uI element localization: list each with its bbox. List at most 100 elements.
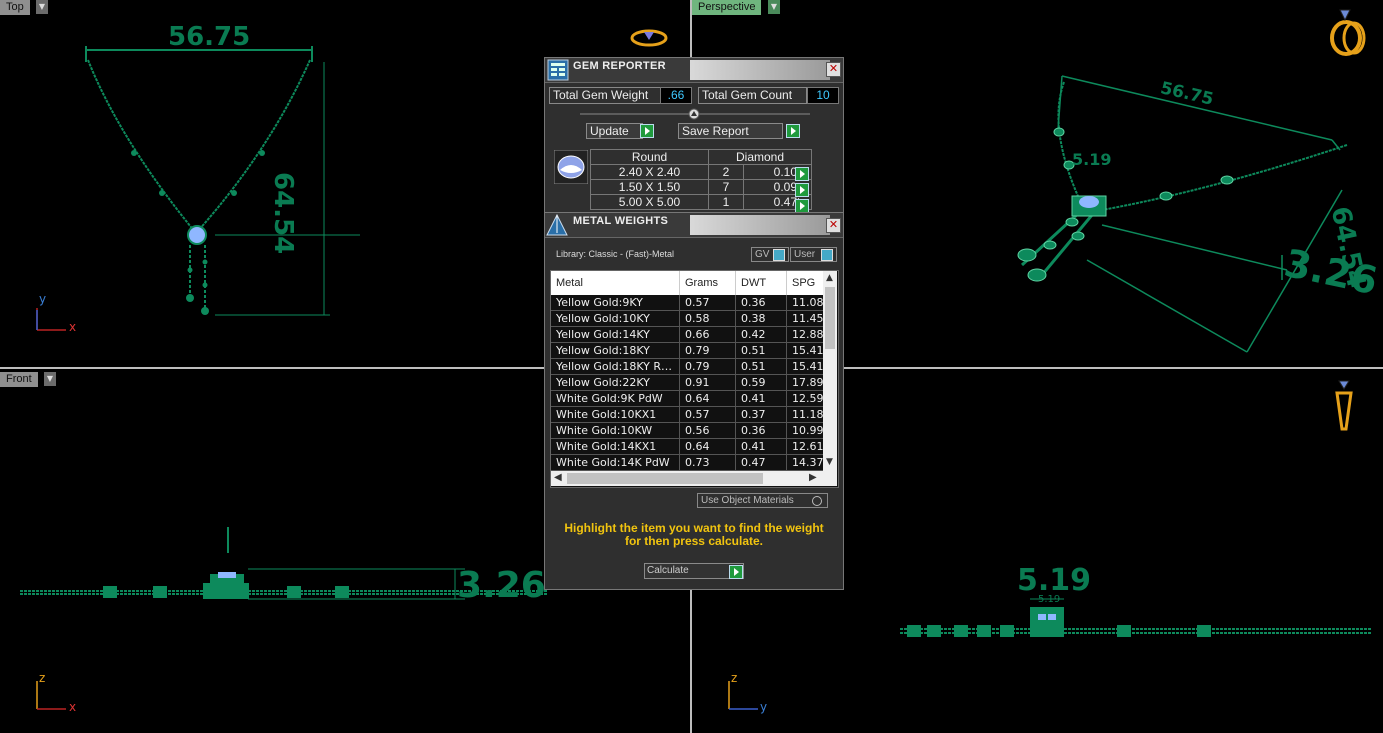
axis-x-label: x (69, 320, 77, 334)
metal-row[interactable]: White Gold:9K PdW 0.64 0.41 12.59 (551, 391, 829, 407)
gv-toggle-label: GV (755, 249, 770, 260)
scroll-right-icon[interactable]: ▶ (809, 472, 817, 483)
user-toggle[interactable]: User (790, 247, 837, 262)
metal-row[interactable]: Yellow Gold:10KY 0.58 0.38 11.45 (551, 311, 829, 327)
metal-row[interactable]: Yellow Gold:14KY 0.66 0.42 12.88 (551, 327, 829, 343)
collapse-divider[interactable] (580, 108, 810, 120)
vertical-scrollbar[interactable]: ▲ ▼ (823, 271, 837, 471)
gem-row-play-icon[interactable] (795, 199, 809, 213)
metal-cell-dwt: 0.47 (736, 455, 787, 471)
use-object-materials-toggle[interactable]: Use Object Materials (697, 493, 828, 508)
metal-cell-grams: 0.66 (680, 327, 736, 343)
gem-row-play-icon[interactable] (795, 167, 809, 181)
pendant-icon (1335, 380, 1353, 431)
gem-table: Round Diamond 2.40 X 2.40 2 0.10tw 1.50 … (590, 149, 812, 210)
side-gem-dimension: 5.19 (1017, 563, 1092, 598)
gem-size: 5.00 X 5.00 (590, 194, 709, 210)
metal-row[interactable]: Yellow Gold:18KY 0.79 0.51 15.41 (551, 343, 829, 359)
gv-toggle-knob (773, 249, 785, 261)
update-play-icon[interactable] (640, 124, 654, 138)
save-report-button[interactable]: Save Report (678, 123, 783, 139)
gem-count: 1 (708, 194, 744, 210)
metal-cell-metal: White Gold:9K PdW (551, 391, 680, 407)
metal-row[interactable]: White Gold:10KX1 0.57 0.37 11.18 (551, 407, 829, 423)
ring-icon (1330, 9, 1366, 56)
metal-cell-grams: 0.57 (680, 407, 736, 423)
metal-weights-titlebar[interactable]: METAL WEIGHTS ✕ (545, 213, 843, 238)
titlebar-gradient (690, 60, 830, 80)
gem-table-header-material: Diamond (708, 149, 812, 165)
metal-weights-close-button[interactable]: ✕ (826, 218, 841, 233)
update-button[interactable]: Update (586, 123, 643, 139)
metal-cell-grams: 0.73 (680, 455, 736, 471)
persp-dim-gem: 5.19 (1072, 150, 1112, 169)
metal-cell-metal: Yellow Gold:10KY (551, 311, 680, 327)
metal-row[interactable]: Yellow Gold:22KY 0.91 0.59 17.89 (551, 375, 829, 391)
col-grams[interactable]: Grams (680, 271, 736, 295)
axis-z-label-side: z (731, 671, 738, 685)
metal-row[interactable]: White Gold:14KX1 0.64 0.41 12.61 (551, 439, 829, 455)
metal-cell-metal: Yellow Gold:14KY (551, 327, 680, 343)
metal-cell-metal: Yellow Gold:18KY R… (551, 359, 680, 375)
metal-cell-metal: White Gold:10KW (551, 423, 680, 439)
metal-cell-metal: Yellow Gold:18KY (551, 343, 680, 359)
top-height-dimension: 64.54 (268, 172, 298, 255)
side-gem-dimension-small: 5.19 (1038, 594, 1061, 605)
gem-reporter-close-button[interactable]: ✕ (826, 62, 841, 77)
metal-cell-dwt: 0.36 (736, 295, 787, 311)
instruction-text: Highlight the item you want to find the … (564, 521, 824, 548)
save-report-play-icon[interactable] (786, 124, 800, 138)
metal-cell-metal: White Gold:10KX1 (551, 407, 680, 423)
horizontal-scrollbar[interactable]: ◀ ▶ (551, 471, 837, 486)
scroll-thumb[interactable] (825, 287, 835, 349)
user-toggle-label: User (794, 249, 816, 260)
front-depth-dimension: 3.26 (457, 565, 546, 606)
metal-cell-grams: 0.64 (680, 439, 736, 455)
metal-cell-dwt: 0.51 (736, 343, 787, 359)
top-width-dimension: 56.75 (168, 22, 251, 52)
metal-row[interactable]: White Gold:10KW 0.56 0.36 10.99 (551, 423, 829, 439)
metal-cell-grams: 0.58 (680, 311, 736, 327)
gem-reporter-panel: GEM REPORTER ✕ Total Gem Weight .66 Tota… (544, 57, 844, 215)
metal-row[interactable]: Yellow Gold:9KY 0.57 0.36 11.08 (551, 295, 829, 311)
scroll-left-icon[interactable]: ◀ (554, 472, 562, 483)
metal-row[interactable]: White Gold:14K PdW 0.73 0.47 14.37 (551, 455, 829, 471)
user-toggle-knob (821, 249, 833, 261)
gv-toggle[interactable]: GV (751, 247, 789, 262)
metal-cell-dwt: 0.59 (736, 375, 787, 391)
gem-row-play-icon[interactable] (795, 183, 809, 197)
gem-reporter-title: GEM REPORTER (573, 60, 666, 72)
metal-row[interactable]: Yellow Gold:18KY R… 0.79 0.51 15.41 (551, 359, 829, 375)
scroll-thumb-h[interactable] (567, 473, 763, 484)
gem-row[interactable]: 2.40 X 2.40 2 0.10tw (590, 164, 812, 180)
total-gem-weight-label: Total Gem Weight (549, 87, 661, 104)
col-dwt[interactable]: DWT (736, 271, 787, 295)
gem-row[interactable]: 5.00 X 5.00 1 0.47tw (590, 194, 812, 210)
use-object-materials-label: Use Object Materials (701, 495, 794, 506)
gem-reporter-titlebar[interactable]: GEM REPORTER ✕ (545, 58, 843, 83)
metal-cell-dwt: 0.36 (736, 423, 787, 439)
gem-row[interactable]: 1.50 X 1.50 7 0.09tw (590, 179, 812, 195)
metal-cell-grams: 0.91 (680, 375, 736, 391)
metal-cell-metal: White Gold:14KX1 (551, 439, 680, 455)
metal-cell-dwt: 0.51 (736, 359, 787, 375)
axis-y-label: y (39, 292, 47, 306)
axis-x-label-front: x (69, 700, 77, 714)
scroll-down-icon[interactable]: ▼ (826, 457, 833, 467)
metal-cell-dwt: 0.37 (736, 407, 787, 423)
gem-table-header-shape: Round (590, 149, 709, 165)
total-gem-count-label: Total Gem Count (698, 87, 807, 104)
col-spg[interactable]: SPG (787, 271, 828, 295)
metal-cell-grams: 0.57 (680, 295, 736, 311)
calculate-play-icon[interactable] (729, 565, 743, 579)
metal-cell-dwt: 0.41 (736, 391, 787, 407)
axis-y-label-side: y (760, 700, 768, 714)
col-metal[interactable]: Metal (551, 271, 680, 295)
metal-cell-metal: Yellow Gold:22KY (551, 375, 680, 391)
metal-weights-panel: METAL WEIGHTS ✕ Library: Classic - (Fast… (544, 212, 844, 590)
scroll-up-icon[interactable]: ▲ (826, 273, 833, 283)
metal-cell-metal: White Gold:14K PdW (551, 455, 680, 471)
gem-count: 2 (708, 164, 744, 180)
metal-table[interactable]: Metal Grams DWT SPG Yellow Gold:9KY 0.57 0… (550, 270, 839, 488)
gem-size: 1.50 X 1.50 (590, 179, 709, 195)
